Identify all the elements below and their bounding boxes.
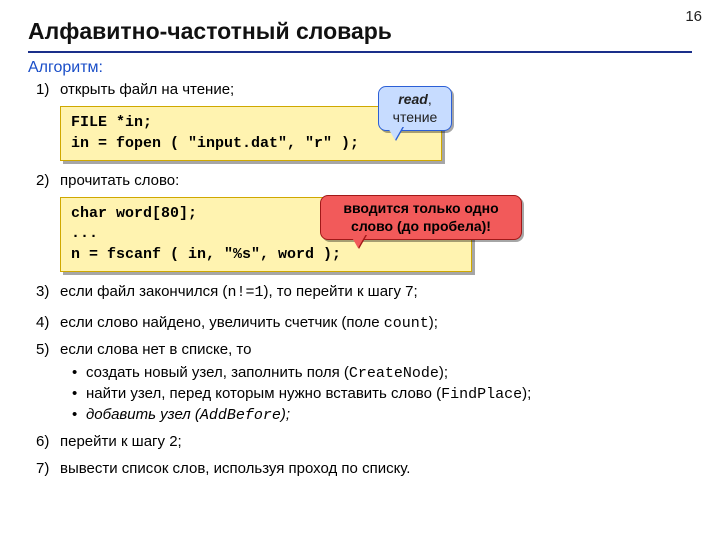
slide-title: Алфавитно-частотный словарь bbox=[28, 18, 692, 49]
step-number: 2) bbox=[36, 171, 56, 191]
step-text-post: ); bbox=[439, 364, 448, 381]
step-3: 3) если файл закончился (n!=1), то перей… bbox=[36, 282, 692, 303]
step-5c: добавить узел (AddBefore); bbox=[72, 405, 692, 426]
step-text-pre: найти узел, перед которым нужно вставить… bbox=[86, 385, 441, 402]
step-text: открыть файл на чтение; bbox=[60, 81, 234, 98]
step-text-post: ), то перейти к шагу 7; bbox=[263, 283, 417, 300]
inline-code: AddBefore bbox=[200, 407, 281, 424]
step-text: если слова нет в списке, то bbox=[60, 341, 251, 358]
step-5b: найти узел, перед которым нужно вставить… bbox=[72, 384, 692, 405]
title-rule bbox=[28, 51, 692, 53]
algorithm-steps-3: 3) если файл закончился (n!=1), то перей… bbox=[36, 282, 692, 479]
inline-code: FindPlace bbox=[441, 386, 522, 403]
algorithm-steps-2: 2) прочитать слово: bbox=[36, 171, 692, 191]
step-number: 6) bbox=[36, 432, 56, 452]
callout-read-strong: read bbox=[398, 91, 428, 107]
step-text-pre: если слово найдено, увеличить счетчик (п… bbox=[60, 314, 384, 331]
step-text-pre: если файл закончился ( bbox=[60, 283, 227, 300]
page-number: 16 bbox=[685, 8, 702, 25]
step-text: вывести список слов, используя проход по… bbox=[60, 460, 410, 477]
step-text-pre: создать новый узел, заполнить поля ( bbox=[86, 364, 349, 381]
step-text: перейти к шагу 2; bbox=[60, 433, 182, 450]
callout-warning-line2: слово (до пробела)! bbox=[351, 218, 491, 234]
step-text-post: ); bbox=[281, 406, 290, 423]
inline-code: n!=1 bbox=[227, 284, 263, 301]
step-text: прочитать слово: bbox=[60, 172, 179, 189]
step-text-pre: добавить узел ( bbox=[86, 406, 200, 423]
step-5-sublist: создать новый узел, заполнить поля (Crea… bbox=[72, 363, 692, 427]
callout-warning-tail bbox=[350, 234, 366, 248]
callout-read-tail bbox=[387, 126, 403, 140]
step-6: 6) перейти к шагу 2; bbox=[36, 432, 692, 452]
algorithm-label: Алгоритм: bbox=[28, 59, 692, 77]
callout-warning-line1: вводится только одно bbox=[343, 200, 498, 216]
step-5a: создать новый узел, заполнить поля (Crea… bbox=[72, 363, 692, 384]
step-1: 1) открыть файл на чтение; bbox=[36, 80, 692, 100]
step-4: 4) если слово найдено, увеличить счетчик… bbox=[36, 313, 692, 334]
callout-read: read, чтение bbox=[378, 86, 452, 131]
inline-code: count bbox=[384, 315, 429, 332]
step-number: 1) bbox=[36, 80, 56, 100]
step-text-post: ); bbox=[522, 385, 531, 402]
step-7: 7) вывести список слов, используя проход… bbox=[36, 459, 692, 479]
algorithm-steps: 1) открыть файл на чтение; bbox=[36, 80, 692, 100]
step-text-post: ); bbox=[429, 314, 438, 331]
step-number: 7) bbox=[36, 459, 56, 479]
step-number: 5) bbox=[36, 340, 56, 360]
step-5: 5) если слова нет в списке, то создать н… bbox=[36, 340, 692, 426]
step-number: 4) bbox=[36, 313, 56, 333]
step-number: 3) bbox=[36, 282, 56, 302]
step-2: 2) прочитать слово: bbox=[36, 171, 692, 191]
inline-code: CreateNode bbox=[349, 365, 439, 382]
